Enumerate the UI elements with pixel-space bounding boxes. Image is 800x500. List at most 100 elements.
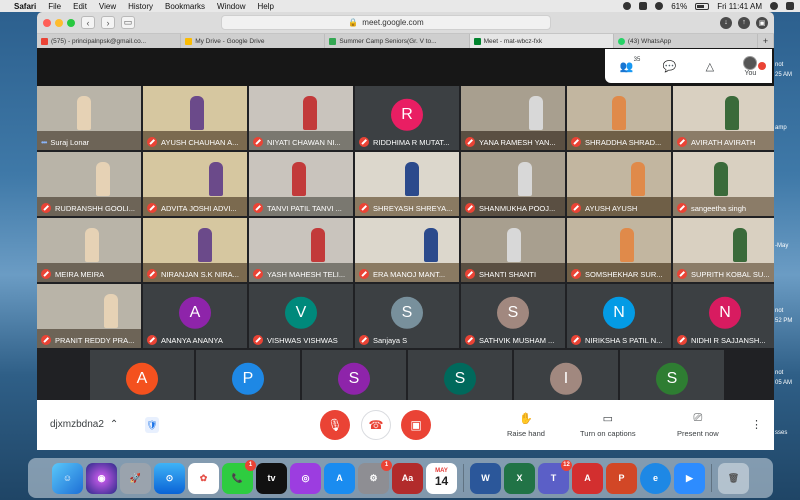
dropbox-icon[interactable] [639,2,648,10]
siri-icon[interactable]: ◉ [86,462,117,494]
participant-tile[interactable]: V VISHWAS VISHWAS [249,284,353,348]
fullscreen-window-button[interactable] [67,18,75,27]
participant-tile[interactable]: N NIRIKSHA S PATIL N... [567,284,671,348]
captions-label: Turn on captions [580,429,636,438]
edge-icon[interactable]: e [640,462,671,494]
tab-overview-icon[interactable]: ▣ [756,16,768,29]
excel-icon[interactable]: X [504,462,535,494]
downloads-icon[interactable]: ↓ [720,16,732,29]
participant-tile[interactable]: ••• Suraj Lonar [37,86,141,150]
participant-tile[interactable]: ADVITA JOSHI ADVI... [143,152,247,216]
participant-tile[interactable]: S Sanjaya S [355,284,459,348]
tab-gmail[interactable]: (575) - principalnpsk@gmail.co... [37,34,182,48]
menu-window[interactable]: Window [217,2,245,11]
participant-tile[interactable]: S SATHVIK MUSHAM ... [461,284,565,348]
mic-off-icon [253,269,263,279]
control-center-icon[interactable] [786,2,794,10]
tab-whatsapp[interactable]: (43) WhatsApp [614,34,759,48]
participant-tile[interactable]: AYUSH AYUSH [567,152,671,216]
system-preferences-icon[interactable]: ⚙ 1 [358,459,392,494]
finder-icon[interactable]: ☺ [52,462,83,494]
participant-tile[interactable]: NIYATI CHAWAN NI... [249,86,353,150]
tab-label: Summer Camp Seniors(Gr. V to... [339,37,437,45]
participant-tile[interactable]: NIRANJAN S.K NIRA... [143,218,247,282]
close-window-button[interactable] [43,18,51,27]
participant-tile[interactable]: YANA RAMESH YAN... [461,86,565,150]
menu-view[interactable]: View [99,2,116,11]
participant-name-row: ANANYA ANANYA [147,335,245,345]
present-button[interactable]: ⎚ Present now [677,412,719,438]
photos-icon[interactable]: ✿ [188,462,219,494]
participant-tile[interactable]: SHANTI SHANTI [461,218,565,282]
back-button[interactable]: ‹ [81,16,95,29]
participant-tile[interactable]: TANVI PATIL TANVI ... [249,152,353,216]
powerpoint-icon[interactable]: P [606,462,637,494]
participant-name: RUDRANSHH GOOLI... [55,203,136,213]
menu-edit[interactable]: Edit [73,2,87,11]
more-options-icon[interactable]: ⋮ [751,418,762,431]
dictionary-icon[interactable]: Aa [392,462,423,494]
address-bar[interactable]: 🔒 meet.google.com [221,15,551,30]
participant-tile[interactable]: SHANMUKHA POOJ... [461,152,565,216]
menu-file[interactable]: File [48,2,61,11]
participant-tile[interactable]: N NIDHI R SAJJANSH... [673,284,774,348]
apple-tv-icon[interactable]: tv [256,462,287,494]
raise-hand-button[interactable]: ✋ Raise hand [507,412,545,438]
participant-tile[interactable]: R RIDDHIMA R MUTAT... [355,86,459,150]
minimize-window-button[interactable] [55,18,63,27]
teams-icon[interactable]: T 12 [538,459,572,494]
search-icon[interactable] [770,2,778,10]
menu-app-name[interactable]: Safari [14,2,36,11]
activities-icon[interactable]: △ [706,60,714,73]
participant-tile[interactable]: MEIRA MEIRA [37,218,141,282]
participant-tile[interactable]: sangeetha singh [673,152,774,216]
zoom-icon[interactable]: ▶ [674,462,705,494]
wifi-icon[interactable] [655,2,664,10]
participant-tile[interactable]: AYUSH CHAUHAN A... [143,86,247,150]
sidebar-toggle-icon[interactable]: ▭ [121,16,135,29]
facetime-icon[interactable]: 📞 1 [222,459,256,494]
leave-call-button[interactable]: ☎ [361,410,391,440]
chat-icon[interactable]: 💬 [663,60,677,73]
participant-tile[interactable]: RUDRANSHH GOOLI... [37,152,141,216]
meeting-details[interactable]: djxmzbdna2 ⌃ [50,419,118,430]
participant-tile[interactable]: PRANIT REDDY PRA... [37,284,141,348]
battery-icon[interactable] [695,2,710,10]
mic-toggle-button[interactable]: 🎙 [320,410,350,440]
podcasts-icon[interactable]: ◎ [290,462,321,494]
participant-tile[interactable]: SUPRITH KOBAL SU... [673,218,774,282]
participant-tile[interactable]: SHREYASH SHREYA... [355,152,459,216]
participant-tile[interactable]: ERA MANOJ MANT... [355,218,459,282]
menu-help[interactable]: Help [257,2,273,11]
menu-history[interactable]: History [128,2,153,11]
menu-clock[interactable]: Fri 11:41 AM [717,2,762,11]
participant-name: SHRADDHA SHRAD... [585,137,662,147]
participant-tile[interactable]: SHRADDHA SHRAD... [567,86,671,150]
participant-tile[interactable]: A ANANYA ANANYA [143,284,247,348]
forward-button[interactable]: › [101,16,115,29]
acrobat-icon[interactable]: A [572,462,603,494]
share-icon[interactable]: ↑ [738,16,750,29]
trash-icon[interactable]: 🗑 [718,462,749,494]
participant-tile[interactable]: YASH MAHESH TELI... [249,218,353,282]
host-controls-icon[interactable]: 🛡 [145,417,159,433]
participant-tile[interactable]: AVIRATH AVIRATH [673,86,774,150]
menu-bookmarks[interactable]: Bookmarks [165,2,205,11]
tab-meet[interactable]: Meet - mat-wbcz-fxk [469,34,614,48]
launchpad-icon[interactable]: 🚀 [120,462,151,494]
mic-off-icon [359,269,369,279]
app-store-icon[interactable]: A [324,462,355,494]
camera-toggle-button[interactable]: ▣ [401,410,431,440]
tab-summer-camp[interactable]: Summer Camp Seniors(Gr. V to... [325,34,470,48]
self-view[interactable]: You [743,55,767,77]
mic-off-icon [41,203,51,213]
word-icon[interactable]: W [470,462,501,494]
new-tab-button[interactable]: + [758,34,774,48]
tab-drive[interactable]: My Drive - Google Drive [181,34,326,48]
safari-icon[interactable]: ⊙ [154,462,185,494]
captions-button[interactable]: ▭ Turn on captions [580,412,636,438]
people-icon[interactable]: 👥 35 [620,57,641,73]
calendar-icon[interactable]: MAY 14 [426,462,457,494]
participant-tile[interactable]: SOMSHEKHAR SUR... [567,218,671,282]
microphone-status-icon[interactable] [623,2,632,10]
